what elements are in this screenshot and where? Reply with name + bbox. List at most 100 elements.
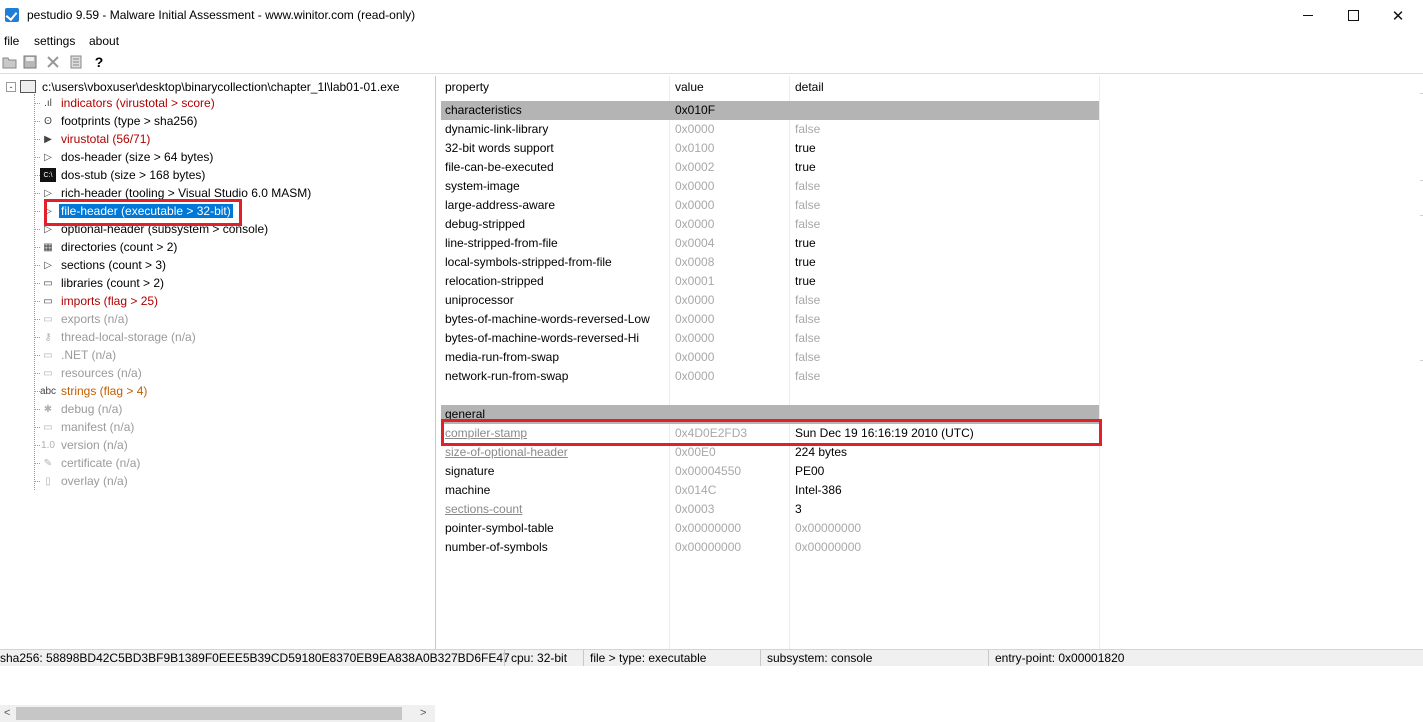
column-header-value[interactable]: value [669, 76, 789, 99]
table-row[interactable]: file-can-be-executed 0x0002 true [441, 158, 1099, 177]
tree-item-footprints[interactable]: ʘ footprints (type > sha256) [34, 112, 199, 130]
open-icon[interactable] [2, 54, 18, 70]
manifest-icon: ▭ [43, 421, 53, 433]
table-row[interactable]: debug-stripped 0x0000 false [441, 215, 1099, 234]
debug-icon: ✱ [43, 403, 53, 415]
table-row[interactable]: sections-count 0x0003 3 [441, 500, 1099, 519]
status-sha256: sha256: 58898BD42C5BD3BF9B1389F0EEE5B39C… [0, 651, 510, 665]
table-row[interactable]: relocation-stripped 0x0001 true [441, 272, 1099, 291]
tree-item-debug[interactable]: ✱ debug (n/a) [34, 400, 124, 418]
cell-detail: 0x00000000 [795, 540, 862, 554]
status-divider [583, 650, 584, 666]
cell-value: 0x0000 [675, 331, 715, 345]
menu-about[interactable]: about [89, 34, 119, 48]
table-row[interactable]: dynamic-link-library 0x0000 false [441, 120, 1099, 139]
table-row[interactable]: bytes-of-machine-words-reversed-Hi 0x0000… [441, 329, 1099, 348]
cell-property: large-address-aware [445, 198, 556, 212]
scrollbar-thumb[interactable] [16, 707, 402, 720]
cell-property: bytes-of-machine-words-reversed-Low [445, 312, 650, 326]
cancel-icon[interactable] [45, 54, 61, 70]
scroll-right-icon[interactable]: > [420, 707, 426, 719]
cell-value: 0x0000 [675, 179, 715, 193]
tree-item-label: overlay (n/a) [61, 474, 128, 488]
column-header-detail[interactable]: detail [789, 76, 1099, 99]
menu-settings[interactable]: settings [34, 34, 75, 48]
maximize-button[interactable] [1330, 0, 1376, 31]
tree-item-overlay[interactable]: ▯ overlay (n/a) [34, 472, 130, 490]
tree-item-directories[interactable]: ▦ directories (count > 2) [34, 238, 179, 256]
tree-item-thread-local-storage[interactable]: ⚷ thread-local-storage (n/a) [34, 328, 198, 346]
maximize-icon [1347, 10, 1359, 21]
tree-item-version[interactable]: 1.0 version (n/a) [34, 436, 130, 454]
save-icon[interactable] [22, 54, 38, 70]
version-icon: 1.0 [41, 439, 55, 451]
table-row[interactable]: large-address-aware 0x0000 false [441, 196, 1099, 215]
menu-file[interactable]: file [4, 34, 19, 48]
minimize-icon [1303, 15, 1313, 16]
tree-root-label: c:\users\vboxuser\desktop\binarycollecti… [42, 79, 400, 94]
table-row[interactable]: 32-bit words support 0x0100 true [441, 139, 1099, 158]
table-row[interactable]: bytes-of-machine-words-reversed-Low 0x000… [441, 310, 1099, 329]
column-divider [1099, 76, 1100, 649]
tree-item-indicators[interactable]: .ıl indicators (virustotal > score) [34, 94, 217, 112]
tree-item-certificate[interactable]: ✎ certificate (n/a) [34, 454, 142, 472]
column-header-property[interactable]: property [439, 76, 669, 99]
status-entry-point: entry-point: 0x00001820 [995, 651, 1125, 665]
tree-horizontal-scrollbar[interactable]: < > [0, 705, 435, 722]
tree-item-libraries[interactable]: ▭ libraries (count > 2) [34, 274, 166, 292]
minimize-button[interactable] [1285, 0, 1331, 31]
tree-item-sections[interactable]: ▷ sections (count > 3) [34, 256, 168, 274]
cell-value: 0x014C [675, 483, 717, 497]
tree-item-label: debug (n/a) [61, 402, 123, 416]
tree-item-imports[interactable]: ▭ imports (flag > 25) [34, 292, 160, 310]
tree-item-exports[interactable]: ▭ exports (n/a) [34, 310, 130, 328]
cell-value: 0x00000000 [675, 521, 742, 535]
cell-property: dynamic-link-library [445, 122, 549, 136]
tree-item-label: thread-local-storage (n/a) [61, 330, 196, 344]
cell-value: 0x0008 [675, 255, 715, 269]
tree-root[interactable]: - c:\users\vboxuser\desktop\binarycollec… [6, 78, 400, 95]
table-row[interactable]: line-stripped-from-file 0x0004 true [441, 234, 1099, 253]
cell-value: 0x0000 [675, 350, 715, 364]
cell-property: uniprocessor [445, 293, 514, 307]
scroll-left-icon[interactable]: < [4, 707, 10, 719]
cell-detail: 0x00000000 [795, 521, 862, 535]
expand-icon: ▷ [44, 259, 52, 271]
close-button[interactable]: ✕ [1375, 0, 1421, 31]
table-row[interactable]: pointer-symbol-table 0x00000000 0x00000000 [441, 519, 1099, 538]
group-header-row[interactable]: characteristics 0x010F [441, 101, 1099, 120]
expand-icon: ▷ [44, 187, 52, 199]
cell-detail: false [795, 198, 821, 212]
table-row[interactable]: media-run-from-swap 0x0000 false [441, 348, 1099, 367]
tree-item-label: resources (n/a) [61, 366, 142, 380]
table-row[interactable]: network-run-from-swap 0x0000 false [441, 367, 1099, 386]
list-icon[interactable] [68, 54, 84, 70]
cell-property: relocation-stripped [445, 274, 544, 288]
table-row[interactable]: local-symbols-stripped-from-file 0x0008 tr… [441, 253, 1099, 272]
cell-detail: true [795, 274, 816, 288]
status-cpu: cpu: 32-bit [511, 651, 568, 665]
cell-detail: true [795, 255, 816, 269]
imports-icon: ▭ [43, 295, 53, 307]
collapse-icon[interactable]: - [6, 81, 16, 92]
tree-item-dotnet[interactable]: ▭ .NET (n/a) [34, 346, 118, 364]
cell-detail: false [795, 122, 821, 136]
table-row[interactable]: uniprocessor 0x0000 false [441, 291, 1099, 310]
tree-item-resources[interactable]: ▭ resources (n/a) [34, 364, 144, 382]
tree-item-dos-stub[interactable]: C:\ dos-stub (size > 168 bytes) [34, 166, 207, 184]
help-icon[interactable]: ? [91, 54, 107, 70]
tree-item-virustotal[interactable]: ▶ virustotal (56/71) [34, 130, 152, 148]
tree-item-dos-header[interactable]: ▷ dos-header (size > 64 bytes) [34, 148, 215, 166]
cell-detail: false [795, 331, 821, 345]
tree-item-manifest[interactable]: ▭ manifest (n/a) [34, 418, 136, 436]
tree-item-strings[interactable]: abc strings (flag > 4) [34, 382, 149, 400]
table-row[interactable]: signature 0x00004550 PE00 [441, 462, 1099, 481]
status-bar: sha256: 58898BD42C5BD3BF9B1389F0EEE5B39C… [0, 649, 1423, 666]
table-row[interactable]: machine 0x014C Intel-386 [441, 481, 1099, 500]
tree-item-label: indicators (virustotal > score) [61, 96, 215, 110]
table-row[interactable]: number-of-symbols 0x00000000 0x00000000 [441, 538, 1099, 557]
cell-detail: true [795, 160, 816, 174]
table-row[interactable]: system-image 0x0000 false [441, 177, 1099, 196]
library-icon: ▭ [43, 277, 53, 289]
cell-detail: false [795, 179, 821, 193]
